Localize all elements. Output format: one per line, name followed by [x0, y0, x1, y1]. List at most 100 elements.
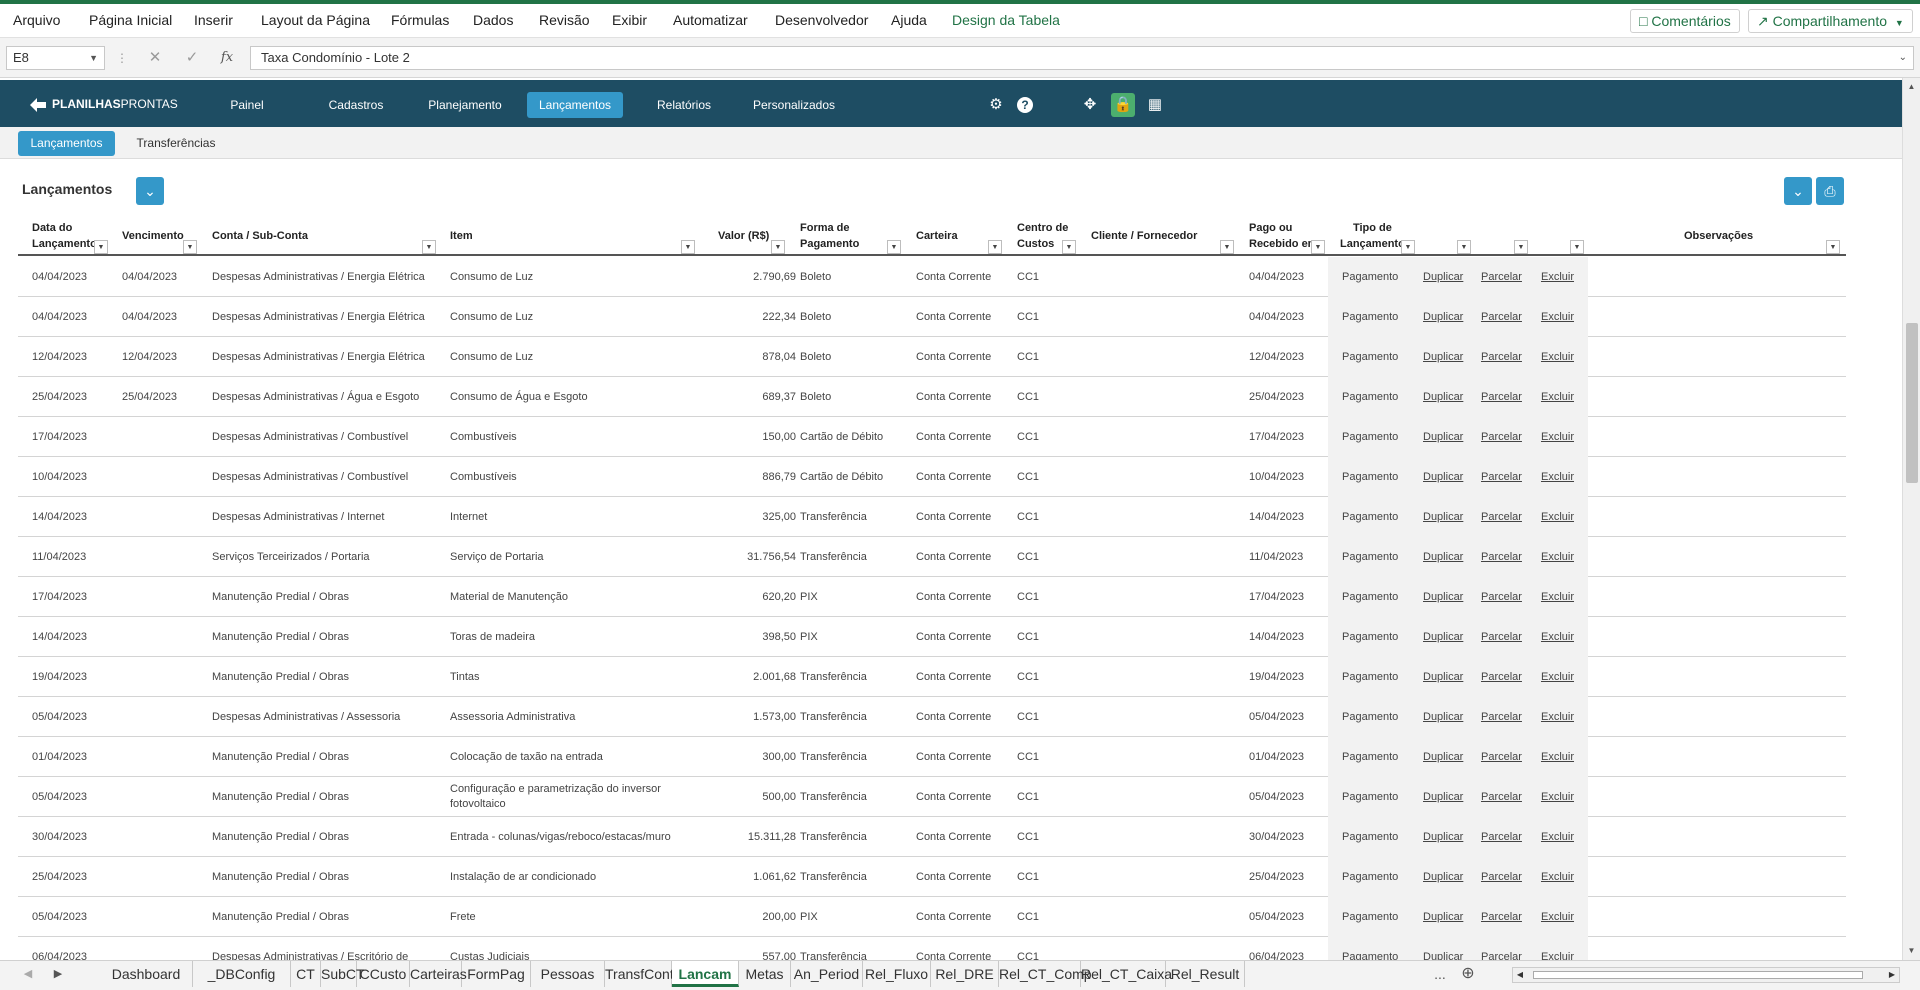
- more-tabs[interactable]: ...: [1431, 961, 1449, 987]
- cell-pago-recebido[interactable]: 30/04/2023: [1249, 817, 1329, 857]
- cell-vencimento[interactable]: [122, 777, 202, 817]
- cell-data-lancamento[interactable]: 14/04/2023: [32, 617, 112, 657]
- filter-dropdown-icon[interactable]: ▼: [1062, 240, 1076, 254]
- duplicate-link[interactable]: Duplicar: [1423, 817, 1475, 857]
- filter-dropdown-icon[interactable]: ▼: [1826, 240, 1840, 254]
- duplicate-link[interactable]: Duplicar: [1423, 937, 1475, 961]
- delete-link[interactable]: Excluir: [1541, 457, 1593, 497]
- installments-link[interactable]: Parcelar: [1481, 737, 1533, 777]
- delete-link[interactable]: Excluir: [1541, 297, 1593, 337]
- cell-carteira[interactable]: Conta Corrente: [916, 737, 1011, 777]
- nav-relatorios[interactable]: Relatórios: [645, 92, 723, 118]
- delete-link[interactable]: Excluir: [1541, 697, 1593, 737]
- cell-item[interactable]: Custas Judiciais: [450, 937, 700, 961]
- cell-centro-custos[interactable]: CC1: [1017, 297, 1077, 337]
- cell-tipo-lancamento[interactable]: Pagamento: [1342, 297, 1408, 337]
- cell-valor[interactable]: 2.790,69: [708, 257, 796, 297]
- cell-pago-recebido[interactable]: 11/04/2023: [1249, 537, 1329, 577]
- cell-valor[interactable]: 689,37: [708, 377, 796, 417]
- cell-pago-recebido[interactable]: 06/04/2023: [1249, 937, 1329, 961]
- cell-forma-pagamento[interactable]: Transferência: [800, 657, 910, 697]
- share-button[interactable]: ↗ Compartilhamento ▼: [1748, 9, 1913, 33]
- expand-formula-icon[interactable]: ⌄: [1899, 47, 1907, 69]
- table-row[interactable]: 04/04/2023 04/04/2023 Despesas Administrat…: [18, 297, 1846, 337]
- cell-conta[interactable]: Manutenção Predial / Obras: [212, 857, 437, 897]
- delete-link[interactable]: Excluir: [1541, 337, 1593, 377]
- cell-centro-custos[interactable]: CC1: [1017, 617, 1077, 657]
- enter-icon[interactable]: ✓: [180, 46, 204, 70]
- cell-conta[interactable]: Despesas Administrativas / Energia Elétr…: [212, 257, 437, 297]
- cell-forma-pagamento[interactable]: Cartão de Débito: [800, 417, 910, 457]
- nav-cadastros[interactable]: Cadastros: [316, 92, 396, 118]
- menu-formulas[interactable]: Fórmulas: [391, 4, 449, 38]
- cell-item[interactable]: Toras de madeira: [450, 617, 700, 657]
- cell-conta[interactable]: Despesas Administrativas / Energia Elétr…: [212, 297, 437, 337]
- cell-forma-pagamento[interactable]: Transferência: [800, 697, 910, 737]
- filter-dropdown-icon[interactable]: ▼: [1570, 240, 1584, 254]
- cell-carteira[interactable]: Conta Corrente: [916, 617, 1011, 657]
- installments-link[interactable]: Parcelar: [1481, 817, 1533, 857]
- subnav-lancamentos[interactable]: Lançamentos: [18, 131, 115, 156]
- duplicate-link[interactable]: Duplicar: [1423, 697, 1475, 737]
- cell-item[interactable]: Combustíveis: [450, 417, 700, 457]
- table-row[interactable]: 05/04/2023 Manutenção Predial / Obras Fret…: [18, 897, 1846, 937]
- cell-tipo-lancamento[interactable]: Pagamento: [1342, 897, 1408, 937]
- cell-vencimento[interactable]: [122, 617, 202, 657]
- cell-valor[interactable]: 1.573,00: [708, 697, 796, 737]
- menu-pagina-inicial[interactable]: Página Inicial: [89, 4, 172, 38]
- cell-forma-pagamento[interactable]: Transferência: [800, 857, 910, 897]
- cell-valor[interactable]: 200,00: [708, 897, 796, 937]
- cell-pago-recebido[interactable]: 25/04/2023: [1249, 377, 1329, 417]
- cell-conta[interactable]: Serviços Terceirizados / Portaria: [212, 537, 437, 577]
- cell-pago-recebido[interactable]: 12/04/2023: [1249, 337, 1329, 377]
- cell-carteira[interactable]: Conta Corrente: [916, 537, 1011, 577]
- installments-link[interactable]: Parcelar: [1481, 377, 1533, 417]
- vertical-scrollbar[interactable]: ▲ ▼: [1902, 78, 1920, 960]
- duplicate-link[interactable]: Duplicar: [1423, 617, 1475, 657]
- cell-tipo-lancamento[interactable]: Pagamento: [1342, 777, 1408, 817]
- cell-tipo-lancamento[interactable]: Pagamento: [1342, 617, 1408, 657]
- cell-conta[interactable]: Manutenção Predial / Obras: [212, 577, 437, 617]
- installments-link[interactable]: Parcelar: [1481, 337, 1533, 377]
- cell-forma-pagamento[interactable]: Boleto: [800, 257, 910, 297]
- duplicate-link[interactable]: Duplicar: [1423, 297, 1475, 337]
- cell-data-lancamento[interactable]: 17/04/2023: [32, 577, 112, 617]
- table-row[interactable]: 25/04/2023 25/04/2023 Despesas Administrat…: [18, 377, 1846, 417]
- delete-link[interactable]: Excluir: [1541, 577, 1593, 617]
- cell-carteira[interactable]: Conta Corrente: [916, 897, 1011, 937]
- cell-valor[interactable]: 222,34: [708, 297, 796, 337]
- cell-tipo-lancamento[interactable]: Pagamento: [1342, 857, 1408, 897]
- add-sheet-button[interactable]: ⊕: [1457, 961, 1479, 987]
- cell-centro-custos[interactable]: CC1: [1017, 457, 1077, 497]
- cell-pago-recebido[interactable]: 14/04/2023: [1249, 497, 1329, 537]
- tab-prev-icon[interactable]: ◀: [18, 961, 38, 987]
- delete-link[interactable]: Excluir: [1541, 817, 1593, 857]
- duplicate-link[interactable]: Duplicar: [1423, 457, 1475, 497]
- duplicate-link[interactable]: Duplicar: [1423, 657, 1475, 697]
- installments-link[interactable]: Parcelar: [1481, 457, 1533, 497]
- menu-exibir[interactable]: Exibir: [612, 4, 647, 38]
- table-row[interactable]: 25/04/2023 Manutenção Predial / Obras Inst…: [18, 857, 1846, 897]
- cell-vencimento[interactable]: [122, 937, 202, 960]
- sheet-tab-rel-ct-comp[interactable]: Rel_CT_Comp: [999, 961, 1092, 987]
- cell-forma-pagamento[interactable]: Transferência: [800, 497, 910, 537]
- cell-carteira[interactable]: Conta Corrente: [916, 337, 1011, 377]
- cell-conta[interactable]: Manutenção Predial / Obras: [212, 817, 437, 857]
- cell-item[interactable]: Serviço de Portaria: [450, 537, 700, 577]
- duplicate-link[interactable]: Duplicar: [1423, 537, 1475, 577]
- scroll-right-icon[interactable]: ▶: [1885, 968, 1899, 982]
- installments-link[interactable]: Parcelar: [1481, 617, 1533, 657]
- tab-next-icon[interactable]: ▶: [48, 961, 68, 987]
- cell-item[interactable]: Assessoria Administrativa: [450, 697, 700, 737]
- sheet-tab-carteiras[interactable]: Carteiras: [410, 961, 467, 987]
- nav-planejamento[interactable]: Planejamento: [424, 92, 506, 118]
- sheet-tab-rel-ct-caixa[interactable]: Rel_CT_Caixa: [1081, 961, 1172, 987]
- cell-item[interactable]: Configuração e parametrização do inverso…: [450, 777, 700, 817]
- cell-tipo-lancamento[interactable]: Pagamento: [1342, 377, 1408, 417]
- cell-item[interactable]: Internet: [450, 497, 700, 537]
- delete-link[interactable]: Excluir: [1541, 937, 1593, 961]
- comments-button[interactable]: □ Comentários: [1630, 9, 1740, 33]
- sheet-tab-metas[interactable]: Metas: [739, 961, 791, 987]
- menu-dados[interactable]: Dados: [473, 4, 513, 38]
- cell-centro-custos[interactable]: CC1: [1017, 897, 1077, 937]
